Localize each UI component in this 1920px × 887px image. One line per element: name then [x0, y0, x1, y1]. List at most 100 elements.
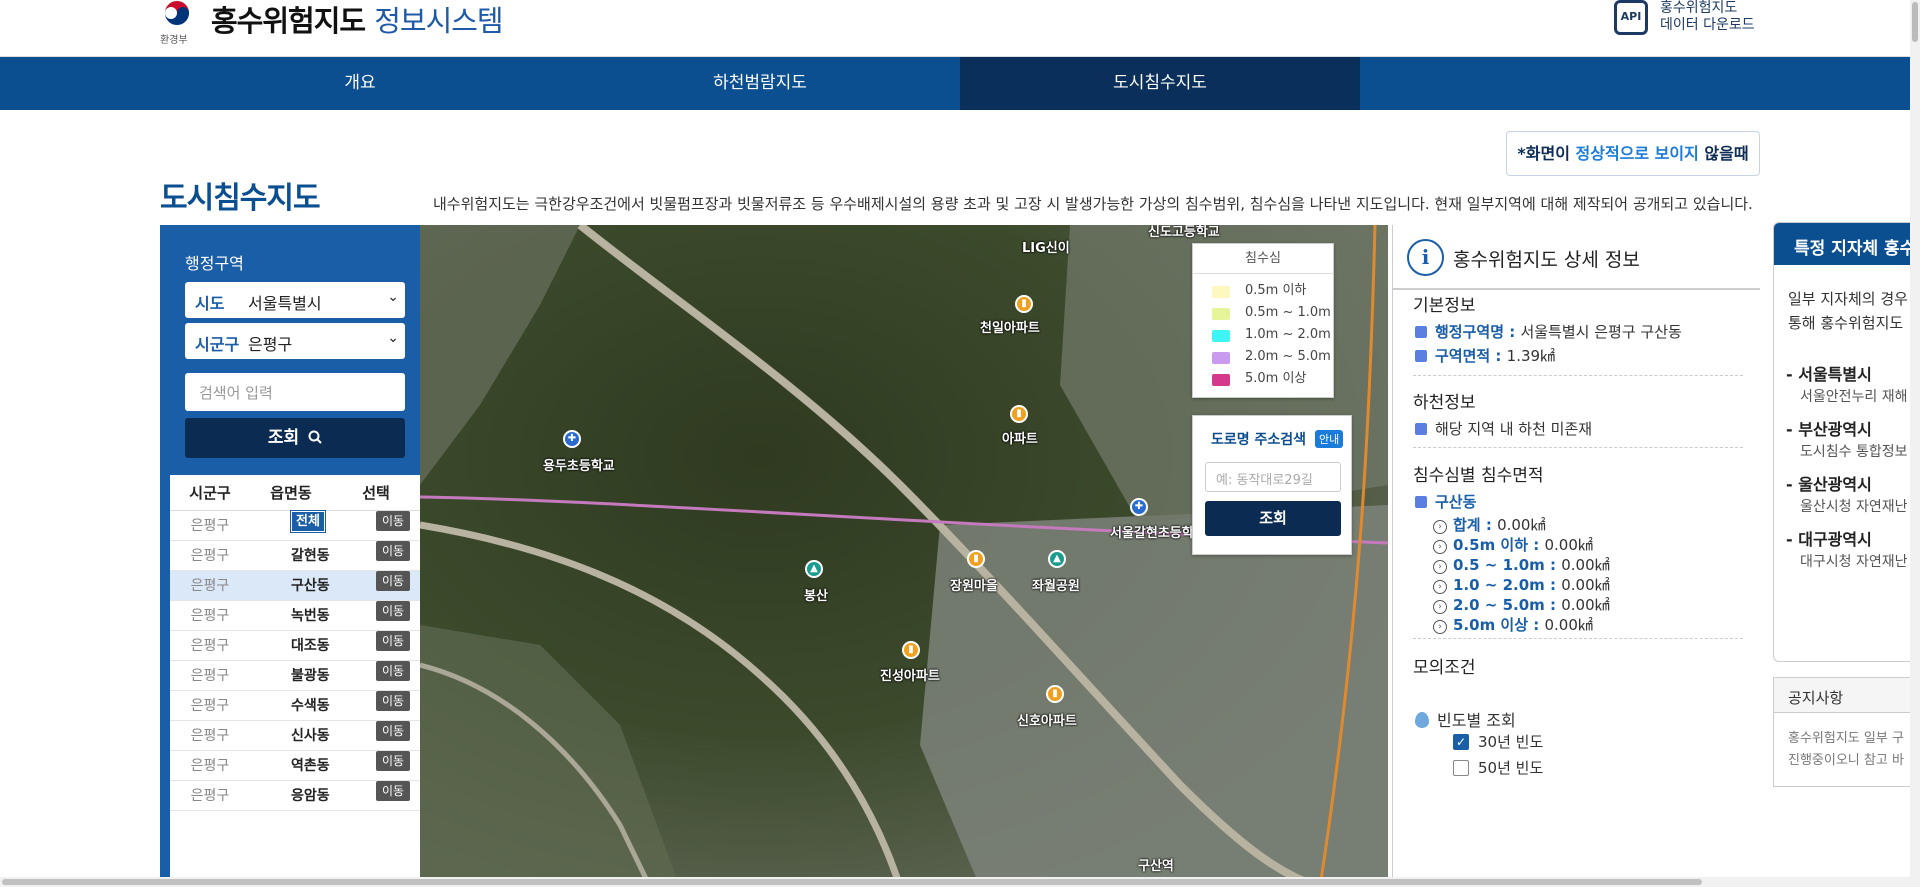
address-guide-button[interactable]: 안내 [1315, 430, 1344, 448]
display-help-button[interactable]: *화면이 정상적으로 보이지 않을때 [1506, 131, 1760, 176]
row-sigungu: 은평구 [190, 548, 230, 564]
main-nav: 개요 하천범람지도 도시침수지도 [0, 57, 1920, 110]
move-button[interactable]: 이동 [376, 781, 411, 801]
move-button[interactable]: 이동 [376, 661, 411, 681]
apartment-pin-icon[interactable]: ▮ [1010, 405, 1028, 423]
address-search-title: 도로명 주소검색 [1211, 432, 1307, 448]
row-sigungu: 은평구 [190, 608, 230, 624]
search-button[interactable]: 조회 [185, 418, 405, 458]
move-button[interactable]: 이동 [376, 541, 411, 561]
nav-urban-flood-map[interactable]: 도시침수지도 [960, 57, 1360, 110]
school-pin-icon[interactable]: ✚ [1130, 498, 1148, 516]
row-sigungu: 은평구 [190, 698, 230, 714]
page-title: 도시침수지도 [160, 181, 321, 216]
row-dong: 불광동 [291, 668, 330, 684]
legend-swatch [1212, 330, 1230, 342]
freq-50-checkbox[interactable] [1453, 760, 1469, 776]
site-title[interactable]: 홍수위험지도 정보시스템 [211, 0, 504, 40]
table-row[interactable]: 은평구 신사동 이동 [170, 721, 420, 751]
city-link[interactable]: - 서울특별시 [1786, 361, 1872, 385]
table-row[interactable]: 은평구 녹번동 이동 [170, 601, 420, 631]
chevron-down-icon: ⌄ [387, 289, 399, 305]
move-button[interactable]: 이동 [376, 691, 411, 711]
simulation-title: 모의조건 [1413, 658, 1476, 678]
legend-label: 2.0m ~ 5.0m [1245, 349, 1331, 364]
notice-body[interactable]: 홍수위험지도 일부 구 진행중이오니 참고 바 [1788, 728, 1904, 772]
table-row[interactable]: 은평구 역촌동 이동 [170, 751, 420, 781]
row-sigungu: 은평구 [190, 788, 230, 804]
move-button[interactable]: 이동 [376, 721, 411, 741]
move-button[interactable]: 이동 [376, 511, 411, 531]
depth-row: › 5.0m 이상 : 0.00㎢ [1433, 614, 1593, 635]
address-search-button[interactable]: 조회 [1205, 501, 1341, 536]
info-icon: i [1407, 239, 1444, 276]
api-line1: 홍수위험지도 [1660, 0, 1738, 16]
map-label-apt: 아파트 [1002, 432, 1038, 447]
city-sub-link[interactable]: 울산시청 자연재난 [1800, 496, 1908, 516]
nav-river-flood-map[interactable]: 하천범람지도 [560, 57, 960, 110]
bullet-icon [1415, 326, 1427, 338]
local-gov-title: 특정 지자체 홍수 [1774, 223, 1919, 265]
notice-line1: 홍수위험지도 일부 구 [1788, 731, 1904, 746]
page-description: 내수위험지도는 극한강우조건에서 빗물펌프장과 빗물저류조 등 우수배제시설의 … [433, 195, 1753, 213]
search-input[interactable]: 검색어 입력 [185, 373, 405, 411]
header-sigungu: 시군구 [189, 484, 231, 502]
school-pin-icon[interactable]: ✚ [563, 430, 581, 448]
search-button-label: 조회 [267, 428, 300, 448]
table-row[interactable]: 은평구 대조동 이동 [170, 631, 420, 661]
horizontal-scrollbar[interactable] [0, 877, 1910, 887]
legend-swatch [1212, 352, 1230, 364]
depth-dong-item: 구산동 [1415, 491, 1476, 512]
row-dong: 대조동 [291, 638, 330, 654]
move-button[interactable]: 이동 [376, 571, 411, 591]
admin-area-item: 행정구역명 : 서울특별시 은평구 구산동 [1415, 321, 1682, 342]
divider [1413, 638, 1743, 639]
vertical-scrollbar[interactable] [1910, 0, 1920, 887]
freq-30-checkbox[interactable]: ✓ [1453, 734, 1469, 750]
notice-title[interactable]: 공지사항 [1774, 678, 1920, 713]
apartment-pin-icon[interactable]: ▮ [967, 550, 985, 568]
city-sub-link[interactable]: 서울안전누리 재해 [1800, 386, 1908, 406]
river-info-title: 하천정보 [1413, 393, 1476, 413]
sigungu-key: 시군구 [195, 335, 240, 354]
sido-select[interactable]: 시도 서울특별시 ⌄ [185, 282, 405, 318]
row-sigungu: 은평구 [190, 578, 230, 594]
table-row[interactable]: 은평구 수색동 이동 [170, 691, 420, 721]
chevron-circle-icon: › [1433, 620, 1447, 634]
row-sigungu: 은평구 [190, 518, 230, 534]
api-download-link[interactable]: 홍수위험지도 데이터 다운로드 [1660, 0, 1770, 34]
chevron-circle-icon: › [1433, 540, 1447, 554]
city-link[interactable]: - 부산광역시 [1786, 416, 1872, 440]
move-button[interactable]: 이동 [376, 631, 411, 651]
header-select: 선택 [362, 484, 390, 502]
sigungu-select[interactable]: 시군구 은평구 ⌄ [185, 323, 405, 359]
city-link[interactable]: - 대구광역시 [1786, 526, 1872, 550]
api-icon[interactable]: API [1614, 0, 1648, 35]
city-sub-link[interactable]: 도시침수 통합정보 [1800, 441, 1908, 461]
scrollbar-thumb[interactable] [1912, 2, 1918, 42]
apartment-pin-icon[interactable]: ▮ [1046, 685, 1064, 703]
depth-row: › 합계 : 0.00㎢ [1433, 514, 1545, 535]
mountain-pin-icon[interactable]: ▲ [805, 560, 823, 578]
all-dong-badge[interactable]: 전체 [290, 510, 326, 533]
table-row[interactable]: 은평구 구산동 이동 [170, 571, 420, 601]
local-gov-desc2: 통해 홍수위험지도 [1788, 314, 1904, 332]
city-sub-link[interactable]: 대구시청 자연재난 [1800, 551, 1908, 571]
address-input[interactable]: 예: 동작대로29길 [1205, 462, 1341, 492]
table-row[interactable]: 은평구 응암동 이동 [170, 781, 420, 811]
map-label-lig: LIG신이 [1022, 241, 1070, 256]
move-button[interactable]: 이동 [376, 751, 411, 771]
city-link[interactable]: - 울산광역시 [1786, 471, 1872, 495]
table-row[interactable]: 은평구 갈현동 이동 [170, 541, 420, 571]
map-label-cheonil: 천일아파트 [980, 321, 1040, 336]
park-pin-icon[interactable]: ▲ [1048, 550, 1066, 568]
nav-overview[interactable]: 개요 [160, 57, 560, 110]
apartment-pin-icon[interactable]: ▮ [1015, 295, 1033, 313]
scrollbar-thumb[interactable] [2, 879, 1702, 885]
map-label-sindo: 신도고등학교 [1148, 225, 1220, 240]
move-button[interactable]: 이동 [376, 601, 411, 621]
apartment-pin-icon[interactable]: ▮ [902, 641, 920, 659]
table-row[interactable]: 은평구 전체 이동 [170, 510, 420, 541]
table-row[interactable]: 은평구 불광동 이동 [170, 661, 420, 691]
local-gov-desc1: 일부 지자체의 경우 [1788, 290, 1908, 308]
